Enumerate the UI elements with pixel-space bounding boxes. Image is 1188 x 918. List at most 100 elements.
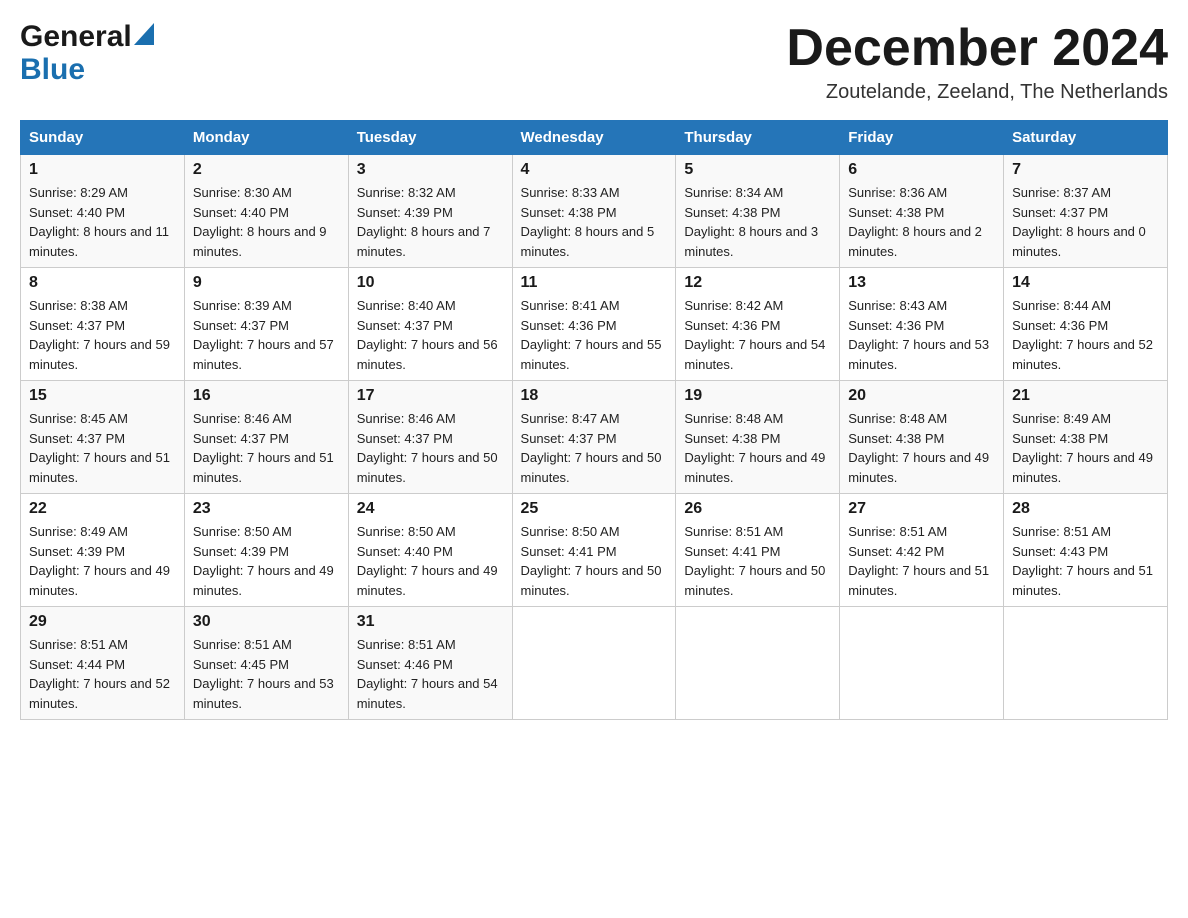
calendar-cell: 13 Sunrise: 8:43 AM Sunset: 4:36 PM Dayl… [840, 268, 1004, 381]
day-number: 10 [357, 274, 504, 292]
day-number: 20 [848, 387, 995, 405]
logo-arrow-icon [134, 23, 154, 50]
day-number: 23 [193, 500, 340, 518]
calendar-cell: 1 Sunrise: 8:29 AM Sunset: 4:40 PM Dayli… [21, 155, 185, 268]
calendar-cell: 16 Sunrise: 8:46 AM Sunset: 4:37 PM Dayl… [184, 381, 348, 494]
calendar-cell: 31 Sunrise: 8:51 AM Sunset: 4:46 PM Dayl… [348, 607, 512, 720]
day-info: Sunrise: 8:51 AM Sunset: 4:46 PM Dayligh… [357, 635, 504, 713]
calendar-cell: 3 Sunrise: 8:32 AM Sunset: 4:39 PM Dayli… [348, 155, 512, 268]
day-number: 9 [193, 274, 340, 292]
calendar-col-header-saturday: Saturday [1004, 121, 1168, 155]
day-info: Sunrise: 8:51 AM Sunset: 4:44 PM Dayligh… [29, 635, 176, 713]
logo-blue: Blue [20, 53, 85, 86]
page-header: General Blue December 2024 Zoutelande, Z… [20, 20, 1168, 104]
calendar-cell: 20 Sunrise: 8:48 AM Sunset: 4:38 PM Dayl… [840, 381, 1004, 494]
calendar-cell: 6 Sunrise: 8:36 AM Sunset: 4:38 PM Dayli… [840, 155, 1004, 268]
day-info: Sunrise: 8:36 AM Sunset: 4:38 PM Dayligh… [848, 183, 995, 261]
day-number: 22 [29, 500, 176, 518]
calendar-cell: 17 Sunrise: 8:46 AM Sunset: 4:37 PM Dayl… [348, 381, 512, 494]
calendar-col-header-thursday: Thursday [676, 121, 840, 155]
day-number: 25 [521, 500, 668, 518]
calendar-cell: 7 Sunrise: 8:37 AM Sunset: 4:37 PM Dayli… [1004, 155, 1168, 268]
calendar-cell: 22 Sunrise: 8:49 AM Sunset: 4:39 PM Dayl… [21, 494, 185, 607]
day-number: 27 [848, 500, 995, 518]
calendar-body: 1 Sunrise: 8:29 AM Sunset: 4:40 PM Dayli… [21, 155, 1168, 720]
calendar-cell [1004, 607, 1168, 720]
calendar-week-row: 15 Sunrise: 8:45 AM Sunset: 4:37 PM Dayl… [21, 381, 1168, 494]
day-info: Sunrise: 8:32 AM Sunset: 4:39 PM Dayligh… [357, 183, 504, 261]
day-info: Sunrise: 8:38 AM Sunset: 4:37 PM Dayligh… [29, 296, 176, 374]
day-number: 28 [1012, 500, 1159, 518]
calendar-cell: 9 Sunrise: 8:39 AM Sunset: 4:37 PM Dayli… [184, 268, 348, 381]
calendar-cell: 30 Sunrise: 8:51 AM Sunset: 4:45 PM Dayl… [184, 607, 348, 720]
day-info: Sunrise: 8:46 AM Sunset: 4:37 PM Dayligh… [193, 409, 340, 487]
day-info: Sunrise: 8:29 AM Sunset: 4:40 PM Dayligh… [29, 183, 176, 261]
calendar-cell: 2 Sunrise: 8:30 AM Sunset: 4:40 PM Dayli… [184, 155, 348, 268]
calendar-header-row: SundayMondayTuesdayWednesdayThursdayFrid… [21, 121, 1168, 155]
day-number: 1 [29, 161, 176, 179]
day-number: 30 [193, 613, 340, 631]
day-info: Sunrise: 8:33 AM Sunset: 4:38 PM Dayligh… [521, 183, 668, 261]
day-number: 21 [1012, 387, 1159, 405]
calendar-cell: 21 Sunrise: 8:49 AM Sunset: 4:38 PM Dayl… [1004, 381, 1168, 494]
day-info: Sunrise: 8:51 AM Sunset: 4:41 PM Dayligh… [684, 522, 831, 600]
day-info: Sunrise: 8:48 AM Sunset: 4:38 PM Dayligh… [848, 409, 995, 487]
day-info: Sunrise: 8:42 AM Sunset: 4:36 PM Dayligh… [684, 296, 831, 374]
day-number: 18 [521, 387, 668, 405]
day-number: 7 [1012, 161, 1159, 179]
calendar-cell: 11 Sunrise: 8:41 AM Sunset: 4:36 PM Dayl… [512, 268, 676, 381]
day-number: 17 [357, 387, 504, 405]
day-number: 15 [29, 387, 176, 405]
day-info: Sunrise: 8:51 AM Sunset: 4:45 PM Dayligh… [193, 635, 340, 713]
day-info: Sunrise: 8:40 AM Sunset: 4:37 PM Dayligh… [357, 296, 504, 374]
day-info: Sunrise: 8:46 AM Sunset: 4:37 PM Dayligh… [357, 409, 504, 487]
calendar-cell: 10 Sunrise: 8:40 AM Sunset: 4:37 PM Dayl… [348, 268, 512, 381]
day-info: Sunrise: 8:50 AM Sunset: 4:41 PM Dayligh… [521, 522, 668, 600]
day-number: 2 [193, 161, 340, 179]
calendar-cell: 12 Sunrise: 8:42 AM Sunset: 4:36 PM Dayl… [676, 268, 840, 381]
day-number: 24 [357, 500, 504, 518]
calendar-col-header-friday: Friday [840, 121, 1004, 155]
day-number: 11 [521, 274, 668, 292]
day-number: 16 [193, 387, 340, 405]
day-number: 31 [357, 613, 504, 631]
calendar-cell: 25 Sunrise: 8:50 AM Sunset: 4:41 PM Dayl… [512, 494, 676, 607]
day-number: 12 [684, 274, 831, 292]
day-info: Sunrise: 8:50 AM Sunset: 4:39 PM Dayligh… [193, 522, 340, 600]
calendar-cell: 23 Sunrise: 8:50 AM Sunset: 4:39 PM Dayl… [184, 494, 348, 607]
calendar-week-row: 8 Sunrise: 8:38 AM Sunset: 4:37 PM Dayli… [21, 268, 1168, 381]
day-info: Sunrise: 8:49 AM Sunset: 4:39 PM Dayligh… [29, 522, 176, 600]
day-info: Sunrise: 8:34 AM Sunset: 4:38 PM Dayligh… [684, 183, 831, 261]
day-number: 8 [29, 274, 176, 292]
day-number: 14 [1012, 274, 1159, 292]
calendar-cell: 24 Sunrise: 8:50 AM Sunset: 4:40 PM Dayl… [348, 494, 512, 607]
calendar-cell: 28 Sunrise: 8:51 AM Sunset: 4:43 PM Dayl… [1004, 494, 1168, 607]
location-title: Zoutelande, Zeeland, The Netherlands [786, 81, 1168, 104]
day-info: Sunrise: 8:44 AM Sunset: 4:36 PM Dayligh… [1012, 296, 1159, 374]
calendar-col-header-tuesday: Tuesday [348, 121, 512, 155]
calendar-week-row: 29 Sunrise: 8:51 AM Sunset: 4:44 PM Dayl… [21, 607, 1168, 720]
day-number: 13 [848, 274, 995, 292]
calendar-col-header-wednesday: Wednesday [512, 121, 676, 155]
calendar-week-row: 22 Sunrise: 8:49 AM Sunset: 4:39 PM Dayl… [21, 494, 1168, 607]
day-info: Sunrise: 8:43 AM Sunset: 4:36 PM Dayligh… [848, 296, 995, 374]
day-info: Sunrise: 8:39 AM Sunset: 4:37 PM Dayligh… [193, 296, 340, 374]
day-info: Sunrise: 8:50 AM Sunset: 4:40 PM Dayligh… [357, 522, 504, 600]
calendar-cell: 27 Sunrise: 8:51 AM Sunset: 4:42 PM Dayl… [840, 494, 1004, 607]
day-info: Sunrise: 8:30 AM Sunset: 4:40 PM Dayligh… [193, 183, 340, 261]
calendar-cell: 18 Sunrise: 8:47 AM Sunset: 4:37 PM Dayl… [512, 381, 676, 494]
logo: General Blue [20, 20, 154, 86]
calendar-cell: 8 Sunrise: 8:38 AM Sunset: 4:37 PM Dayli… [21, 268, 185, 381]
day-info: Sunrise: 8:47 AM Sunset: 4:37 PM Dayligh… [521, 409, 668, 487]
calendar-cell: 14 Sunrise: 8:44 AM Sunset: 4:36 PM Dayl… [1004, 268, 1168, 381]
day-info: Sunrise: 8:48 AM Sunset: 4:38 PM Dayligh… [684, 409, 831, 487]
calendar-cell: 15 Sunrise: 8:45 AM Sunset: 4:37 PM Dayl… [21, 381, 185, 494]
day-info: Sunrise: 8:51 AM Sunset: 4:43 PM Dayligh… [1012, 522, 1159, 600]
calendar-week-row: 1 Sunrise: 8:29 AM Sunset: 4:40 PM Dayli… [21, 155, 1168, 268]
logo-general: General [20, 20, 132, 53]
calendar-cell [676, 607, 840, 720]
day-info: Sunrise: 8:37 AM Sunset: 4:37 PM Dayligh… [1012, 183, 1159, 261]
calendar-cell [840, 607, 1004, 720]
calendar-col-header-monday: Monday [184, 121, 348, 155]
day-info: Sunrise: 8:45 AM Sunset: 4:37 PM Dayligh… [29, 409, 176, 487]
